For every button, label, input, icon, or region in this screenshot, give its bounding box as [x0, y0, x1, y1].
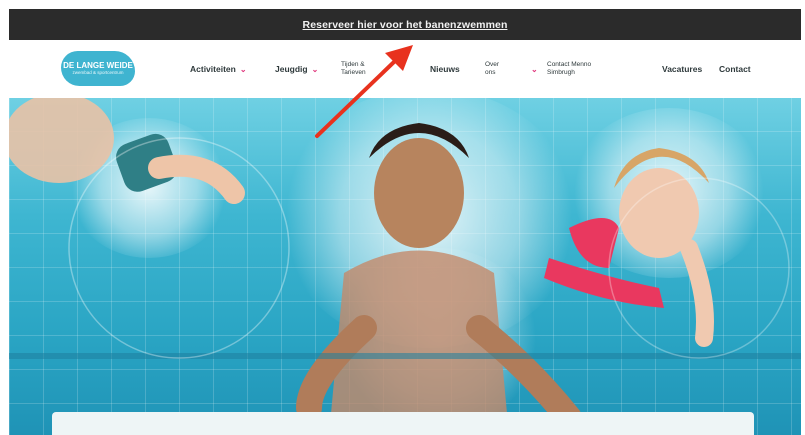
content-card [52, 412, 754, 435]
page: Reserveer hier voor het banenzwemmen DE … [9, 9, 801, 435]
annotation-arrow [315, 45, 413, 138]
arrow-line [315, 59, 397, 138]
